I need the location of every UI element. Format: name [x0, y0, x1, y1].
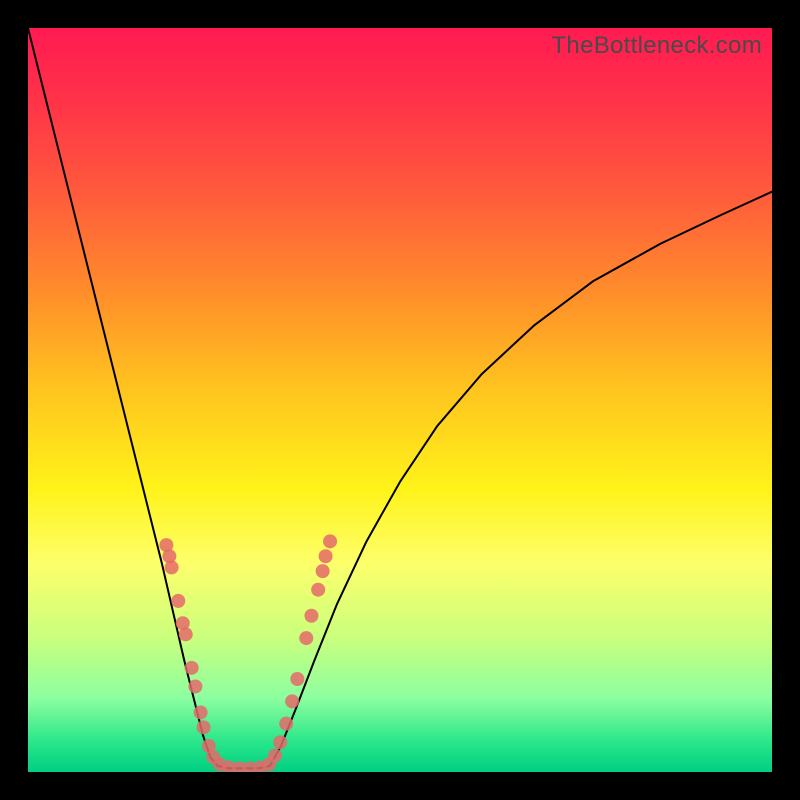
data-dot	[299, 631, 313, 645]
curve-right-curve	[270, 192, 772, 766]
curve-overlay	[28, 28, 772, 772]
data-dot	[194, 705, 208, 719]
data-dot	[268, 749, 282, 763]
data-dot	[185, 661, 199, 675]
data-dot	[290, 672, 304, 686]
data-dot	[165, 560, 179, 574]
data-dot	[285, 694, 299, 708]
dots-group	[159, 534, 337, 772]
curve-left-curve	[28, 28, 218, 766]
data-dot	[197, 720, 211, 734]
data-dot	[311, 583, 325, 597]
data-dot	[179, 627, 193, 641]
chart-frame: TheBottleneck.com	[0, 0, 800, 800]
data-dot	[188, 679, 202, 693]
data-dot	[171, 594, 185, 608]
data-dot	[273, 735, 287, 749]
data-dot	[304, 609, 318, 623]
data-dot	[323, 534, 337, 548]
data-dot	[279, 717, 293, 731]
curve-group	[28, 28, 772, 768]
data-dot	[316, 564, 330, 578]
plot-area: TheBottleneck.com	[28, 28, 772, 772]
data-dot	[319, 549, 333, 563]
